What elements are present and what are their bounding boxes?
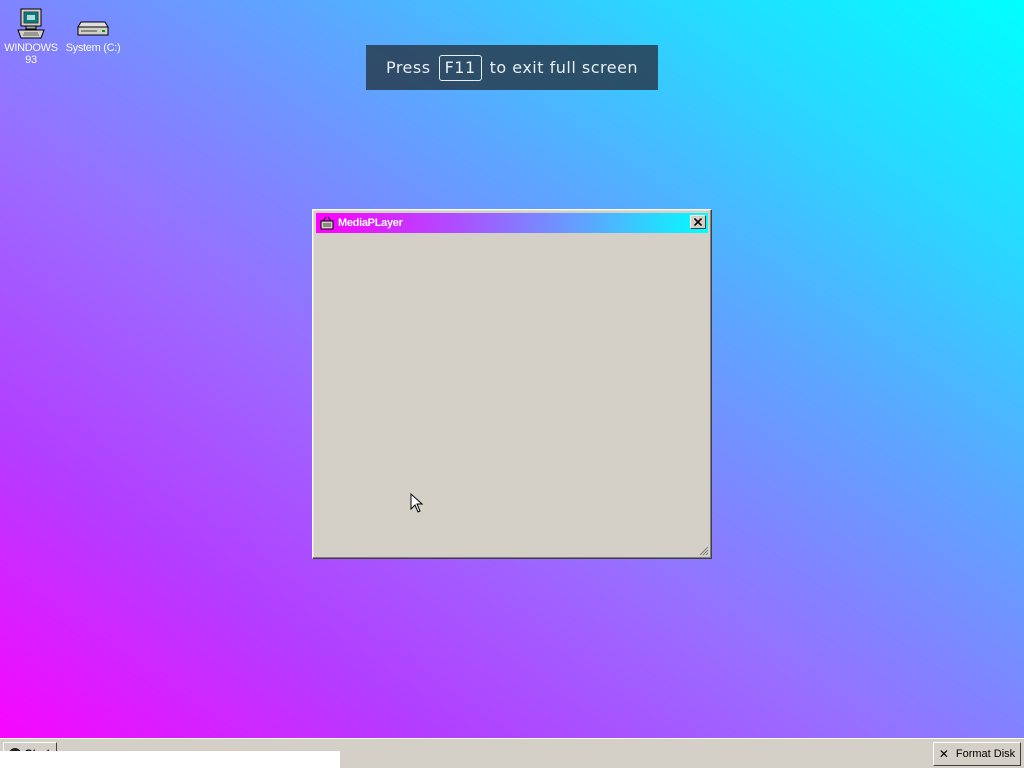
drive-icon <box>77 21 109 36</box>
fullscreen-hint-suffix: to exit full screen <box>489 58 639 77</box>
taskbar-overlay <box>0 751 340 768</box>
format-disk-label: Format Disk <box>955 748 1016 760</box>
x-icon: ✕ <box>938 747 949 761</box>
media-player-window[interactable]: MediaPLayer <box>312 209 712 559</box>
fullscreen-hint-prefix: Press <box>385 58 431 77</box>
close-button[interactable] <box>690 215 706 229</box>
desktop-icon-system-c[interactable]: System (C:) <box>62 18 124 54</box>
desktop-icon-label: WINDOWS 93 <box>4 42 58 66</box>
resize-grip-icon[interactable] <box>699 546 709 556</box>
mouse-cursor-icon <box>410 493 424 513</box>
desktop-icon-windows93[interactable]: WINDOWS 93 <box>0 8 62 66</box>
fullscreen-hint: Press F11 to exit full screen <box>366 45 658 90</box>
taskbar: Start ✕ Format Disk <box>0 738 1024 768</box>
media-player-icon <box>320 216 334 230</box>
close-icon <box>694 218 702 226</box>
window-title: MediaPLayer <box>338 217 403 229</box>
format-disk-button[interactable]: ✕ Format Disk <box>933 742 1021 766</box>
desktop-icon-label: System (C:) <box>65 42 121 54</box>
window-titlebar[interactable]: MediaPLayer <box>316 213 708 233</box>
computer-icon <box>17 8 45 39</box>
fullscreen-hint-key: F11 <box>438 54 482 81</box>
